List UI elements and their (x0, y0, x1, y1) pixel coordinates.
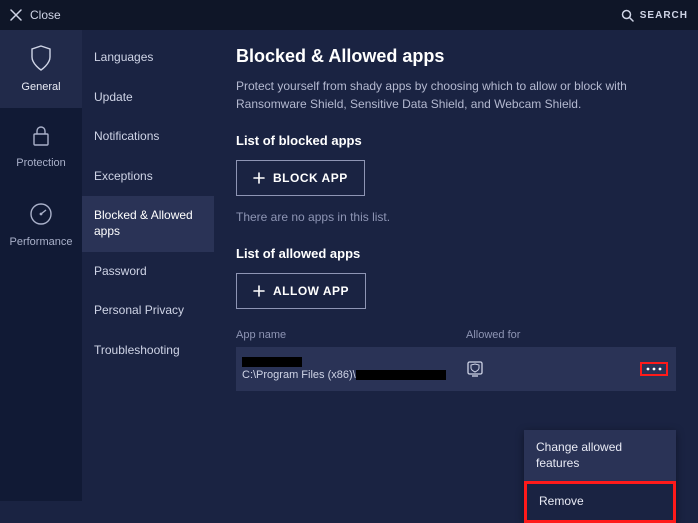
close-button[interactable]: Close (10, 8, 61, 22)
col-app-name: App name (236, 329, 466, 341)
plus-icon (253, 285, 265, 297)
blocked-empty-text: There are no apps in this list. (236, 210, 676, 224)
close-label: Close (30, 8, 61, 22)
subnav-item-update[interactable]: Update (82, 78, 214, 118)
allowed-for-cell (466, 359, 636, 379)
block-app-label: BLOCK APP (273, 171, 348, 185)
topbar: Close SEARCH (0, 0, 698, 30)
sidebar-item-label: General (21, 81, 60, 93)
lock-icon (31, 125, 51, 147)
subnav-item-troubleshooting[interactable]: Troubleshooting (82, 331, 214, 371)
subnav-item-personal-privacy[interactable]: Personal Privacy (82, 291, 214, 331)
shield-icon (30, 45, 52, 71)
sidebar: General Protection Performance (0, 30, 82, 501)
page-title: Blocked & Allowed apps (236, 46, 676, 67)
sidebar-item-protection[interactable]: Protection (0, 108, 82, 186)
ctx-remove[interactable]: Remove (524, 481, 676, 523)
col-allowed-for: Allowed for (466, 329, 640, 341)
sidebar-item-label: Performance (10, 236, 73, 248)
allowed-apps-heading: List of allowed apps (236, 246, 676, 261)
sidebar-item-general[interactable]: General (0, 30, 82, 108)
plus-icon (253, 172, 265, 184)
subnav: Languages Update Notifications Exception… (82, 30, 214, 501)
subnav-item-languages[interactable]: Languages (82, 38, 214, 78)
app-path: C:\Program Files (x86)\ (242, 369, 356, 381)
redacted-path-tail (356, 370, 446, 380)
allow-app-label: ALLOW APP (273, 284, 349, 298)
search-button[interactable]: SEARCH (621, 9, 688, 22)
app-name-cell: C:\Program Files (x86)\ (236, 357, 466, 381)
more-icon (646, 366, 662, 372)
close-icon (10, 9, 22, 21)
block-app-button[interactable]: BLOCK APP (236, 160, 365, 196)
allowed-table-header: App name Allowed for (236, 323, 676, 347)
table-row[interactable]: C:\Program Files (x86)\ (236, 347, 676, 391)
page-description: Protect yourself from shady apps by choo… (236, 77, 656, 113)
sidebar-item-performance[interactable]: Performance (0, 186, 82, 264)
subnav-item-blocked-allowed[interactable]: Blocked & Allowed apps (82, 196, 214, 251)
redacted-app-name (242, 357, 302, 367)
main-content: Blocked & Allowed apps Protect yourself … (214, 30, 698, 501)
gauge-icon (29, 202, 53, 226)
search-label: SEARCH (640, 10, 688, 21)
context-menu: Change allowed features Remove (524, 430, 676, 523)
subnav-item-notifications[interactable]: Notifications (82, 117, 214, 157)
blocked-apps-heading: List of blocked apps (236, 133, 676, 148)
sidebar-item-label: Protection (16, 157, 66, 169)
more-actions-button[interactable] (640, 362, 668, 376)
subnav-item-exceptions[interactable]: Exceptions (82, 157, 214, 197)
ctx-change-allowed[interactable]: Change allowed features (524, 430, 676, 481)
webcam-shield-icon (466, 359, 488, 379)
subnav-item-password[interactable]: Password (82, 252, 214, 292)
search-icon (621, 9, 634, 22)
allow-app-button[interactable]: ALLOW APP (236, 273, 366, 309)
